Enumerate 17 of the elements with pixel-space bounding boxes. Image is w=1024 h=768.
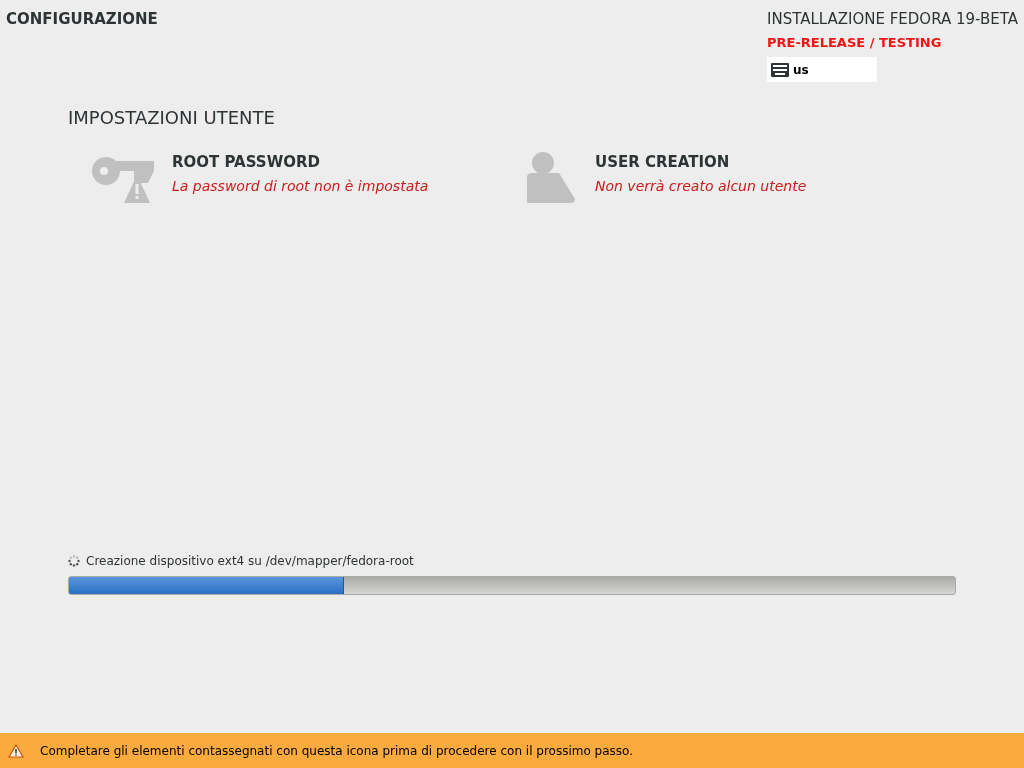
spinner-icon (68, 555, 80, 567)
settings-spoke[interactable]: USER CREATION Non verrà creato alcun utente (523, 151, 956, 207)
keyboard-layout-label: us (793, 61, 809, 79)
spoke-title: USER CREATION (595, 152, 731, 173)
keyboard-icon (771, 62, 789, 77)
spoke-title: ROOT PASSWORD (172, 152, 321, 173)
section-title: IMPOSTAZIONI UTENTE (68, 107, 275, 128)
warning-message: Completare gli elementi contassegnati con questa icona prima di procedere con il prossimo passo. (40, 742, 633, 760)
spoke-status: La password di root non è impostata (172, 176, 429, 196)
progress-message: Creazione dispositivo ext4 su /dev/mapper/fedora-root (86, 553, 414, 570)
page-title: CONFIGURAZIONE (6, 9, 158, 30)
warning-icon (8, 743, 24, 758)
product-title: INSTALLAZIONE FEDORA 19-BETA (767, 9, 1018, 30)
release-label: PRE-RELEASE / TESTING (767, 33, 942, 52)
settings-spoke[interactable]: ROOT PASSWORD La password di root non è impostata (90, 151, 523, 207)
keyboard-layout-indicator[interactable]: us (767, 57, 877, 82)
spoke-status: Non verrà creato alcun utente (595, 176, 807, 196)
